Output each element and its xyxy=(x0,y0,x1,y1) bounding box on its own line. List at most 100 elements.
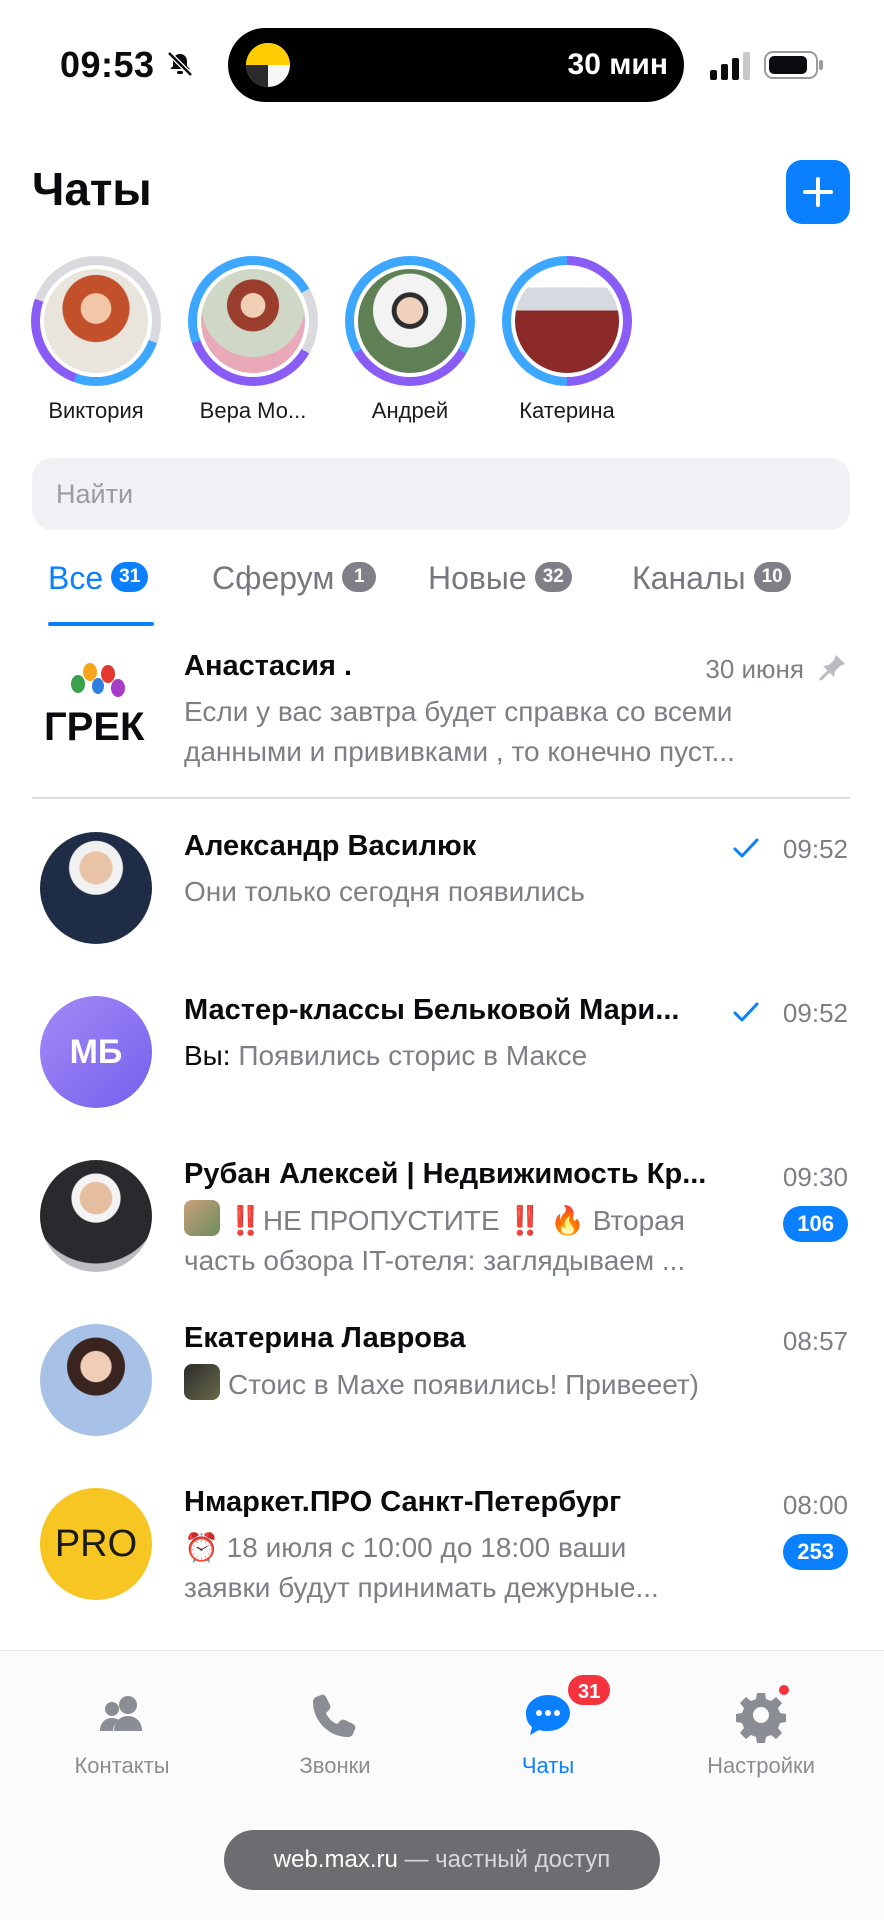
story-item[interactable]: Андрей xyxy=(335,256,485,424)
status-time: 09:53 xyxy=(60,44,155,85)
chat-name: Александр Василюк xyxy=(184,830,477,862)
tab-sferum[interactable]: Сферум 1 xyxy=(212,560,377,626)
chat-row[interactable]: Александр Василюк 09:52 Они только сегод… xyxy=(0,820,884,970)
avatar xyxy=(511,265,623,377)
search-input[interactable] xyxy=(32,458,850,530)
preview-thumbnail xyxy=(184,1200,220,1236)
chat-time: 09:52 xyxy=(782,834,848,864)
nav-unread-badge: 31 xyxy=(566,1673,613,1707)
nav-label: Чаты xyxy=(521,1753,575,1778)
chat-name: Екатерина Лаврова xyxy=(184,1322,466,1354)
nav-settings[interactable]: Настройки xyxy=(661,1683,861,1779)
preview-text-line2: заявки будут принимать дежурные... xyxy=(184,1572,659,1603)
chat-time: 08:57 xyxy=(782,1326,848,1356)
chat-preview: Они только сегодня появились xyxy=(184,876,585,907)
avatar xyxy=(40,832,152,944)
status-bar: 09:53 30 мин xyxy=(0,0,884,110)
read-check-icon xyxy=(733,1002,759,1022)
tab-channels[interactable]: Каналы 10 xyxy=(632,560,791,626)
chat-time: 09:52 xyxy=(782,998,848,1028)
story-item[interactable]: Катерина xyxy=(492,256,642,424)
avatar: МБ xyxy=(40,996,152,1108)
svg-text:ГРЕК: ГРЕК xyxy=(44,705,145,749)
pin-icon xyxy=(819,655,845,681)
chat-time: 30 июня xyxy=(705,654,804,684)
url-host: web.max.ru xyxy=(273,1846,398,1873)
chat-name: Мастер-классы Бельковой Мари... xyxy=(184,994,680,1026)
story-item[interactable]: Виктория xyxy=(21,256,171,424)
timer-app-icon xyxy=(246,43,290,87)
new-chat-button[interactable] xyxy=(786,160,850,224)
story-name: Андрей xyxy=(371,398,449,423)
avatar xyxy=(354,265,466,377)
active-tab-indicator xyxy=(48,622,154,626)
chat-preview: Стоис в Махе появились! Привееет) xyxy=(184,1364,784,1405)
bell-muted-icon xyxy=(167,51,193,77)
chat-row[interactable]: ГРЕК Анастасия . 30 июня Если у вас завт… xyxy=(0,636,884,786)
chat-row[interactable]: PRO Нмаркет.ПРО Санкт-Петербург 08:00 ⏰ … xyxy=(0,1476,884,1626)
preview-text: ‼️НЕ ПРОПУСТИТЕ ‼️ 🔥 Вторая xyxy=(228,1205,685,1236)
story-ring xyxy=(345,256,475,386)
chat-time: 09:30 xyxy=(782,1162,848,1192)
contacts-icon xyxy=(100,1696,142,1731)
battery-icon xyxy=(764,51,823,79)
tab-label: Каналы xyxy=(632,560,746,596)
story-name: Виктория xyxy=(48,398,144,423)
avatar xyxy=(40,1160,152,1272)
chat-name: Нмаркет.ПРО Санкт-Петербург xyxy=(184,1486,622,1518)
tab-count-badge: 1 xyxy=(342,562,377,592)
chat-row[interactable]: Екатерина Лаврова 08:57 Стоис в Махе поя… xyxy=(0,1312,884,1462)
pinned-divider xyxy=(32,797,850,799)
story-item[interactable]: Вера Мо... xyxy=(178,256,328,424)
preview-thumbnail xyxy=(184,1364,220,1400)
nav-contacts[interactable]: Контакты xyxy=(22,1687,222,1779)
tab-all[interactable]: Все 31 xyxy=(48,560,149,626)
preview-text: ⏰ 18 июля с 10:00 до 18:00 ваши xyxy=(184,1532,627,1563)
filter-tabs: Все 31 Сферум 1 Новые 32 Каналы 10 xyxy=(0,560,884,630)
tab-count-badge: 31 xyxy=(111,562,149,592)
unread-badge: 253 xyxy=(783,1534,848,1570)
chat-row[interactable]: Рубан Алексей | Недвижимость Кр... 09:30… xyxy=(0,1148,884,1298)
island-timer-text: 30 мин xyxy=(567,48,668,81)
chat-preview: ⏰ 18 июля с 10:00 до 18:00 ваши заявки б… xyxy=(184,1528,784,1608)
chat-preview: Если у вас завтра будет справка со всеми… xyxy=(184,696,735,767)
read-check-icon xyxy=(733,838,759,858)
notification-dot xyxy=(777,1683,791,1697)
tab-label: Все xyxy=(48,560,104,596)
url-bar[interactable]: web.max.ru — частный доступ xyxy=(224,1830,660,1890)
preview-text-line2: часть обзора IT-отеля: заглядываем ... xyxy=(184,1245,686,1276)
signal-icon xyxy=(710,52,750,80)
tab-count-badge: 32 xyxy=(534,562,572,592)
dynamic-island[interactable]: 30 мин xyxy=(228,28,684,102)
phone-icon xyxy=(313,1694,356,1737)
tab-new[interactable]: Новые 32 xyxy=(428,560,572,626)
chat-time: 08:00 xyxy=(782,1490,848,1520)
preview-text: Появились сторис в Максе xyxy=(238,1040,588,1071)
nav-label: Звонки xyxy=(299,1753,371,1778)
nav-calls[interactable]: Звонки xyxy=(235,1687,435,1779)
story-ring xyxy=(502,256,632,386)
tab-count-badge: 10 xyxy=(753,562,791,592)
chat-preview: ‼️НЕ ПРОПУСТИТЕ ‼️ 🔥 Вторая часть обзора… xyxy=(184,1200,784,1281)
chat-row[interactable]: МБ Мастер-классы Бельковой Мари... 09:52… xyxy=(0,984,884,1134)
tab-label: Новые xyxy=(428,560,527,596)
page-title: Чаты xyxy=(32,163,152,215)
nav-chats[interactable]: 31 Чаты xyxy=(448,1673,648,1779)
avatar xyxy=(197,265,309,377)
avatar xyxy=(40,265,152,377)
preview-text: Стоис в Махе появились! Привееет) xyxy=(228,1369,699,1400)
chat-name: Рубан Алексей | Недвижимость Кр... xyxy=(184,1158,707,1190)
unread-badge: 106 xyxy=(783,1206,848,1242)
nav-label: Контакты xyxy=(74,1753,170,1778)
chat-name: Анастасия . xyxy=(184,650,353,682)
plus-icon xyxy=(803,177,833,207)
url-suffix: — частный доступ xyxy=(404,1846,611,1873)
avatar xyxy=(40,1324,152,1436)
chat-preview: Вы: Появились сторис в Максе xyxy=(184,1036,784,1076)
preview-sender: Вы: xyxy=(184,1040,231,1071)
story-name: Катерина xyxy=(519,398,615,423)
story-ring xyxy=(31,256,161,386)
stories-row: Виктория Вера Мо... Андрей Катерина xyxy=(0,256,884,426)
avatar: PRO xyxy=(40,1488,152,1600)
avatar: ГРЕК xyxy=(40,650,152,762)
